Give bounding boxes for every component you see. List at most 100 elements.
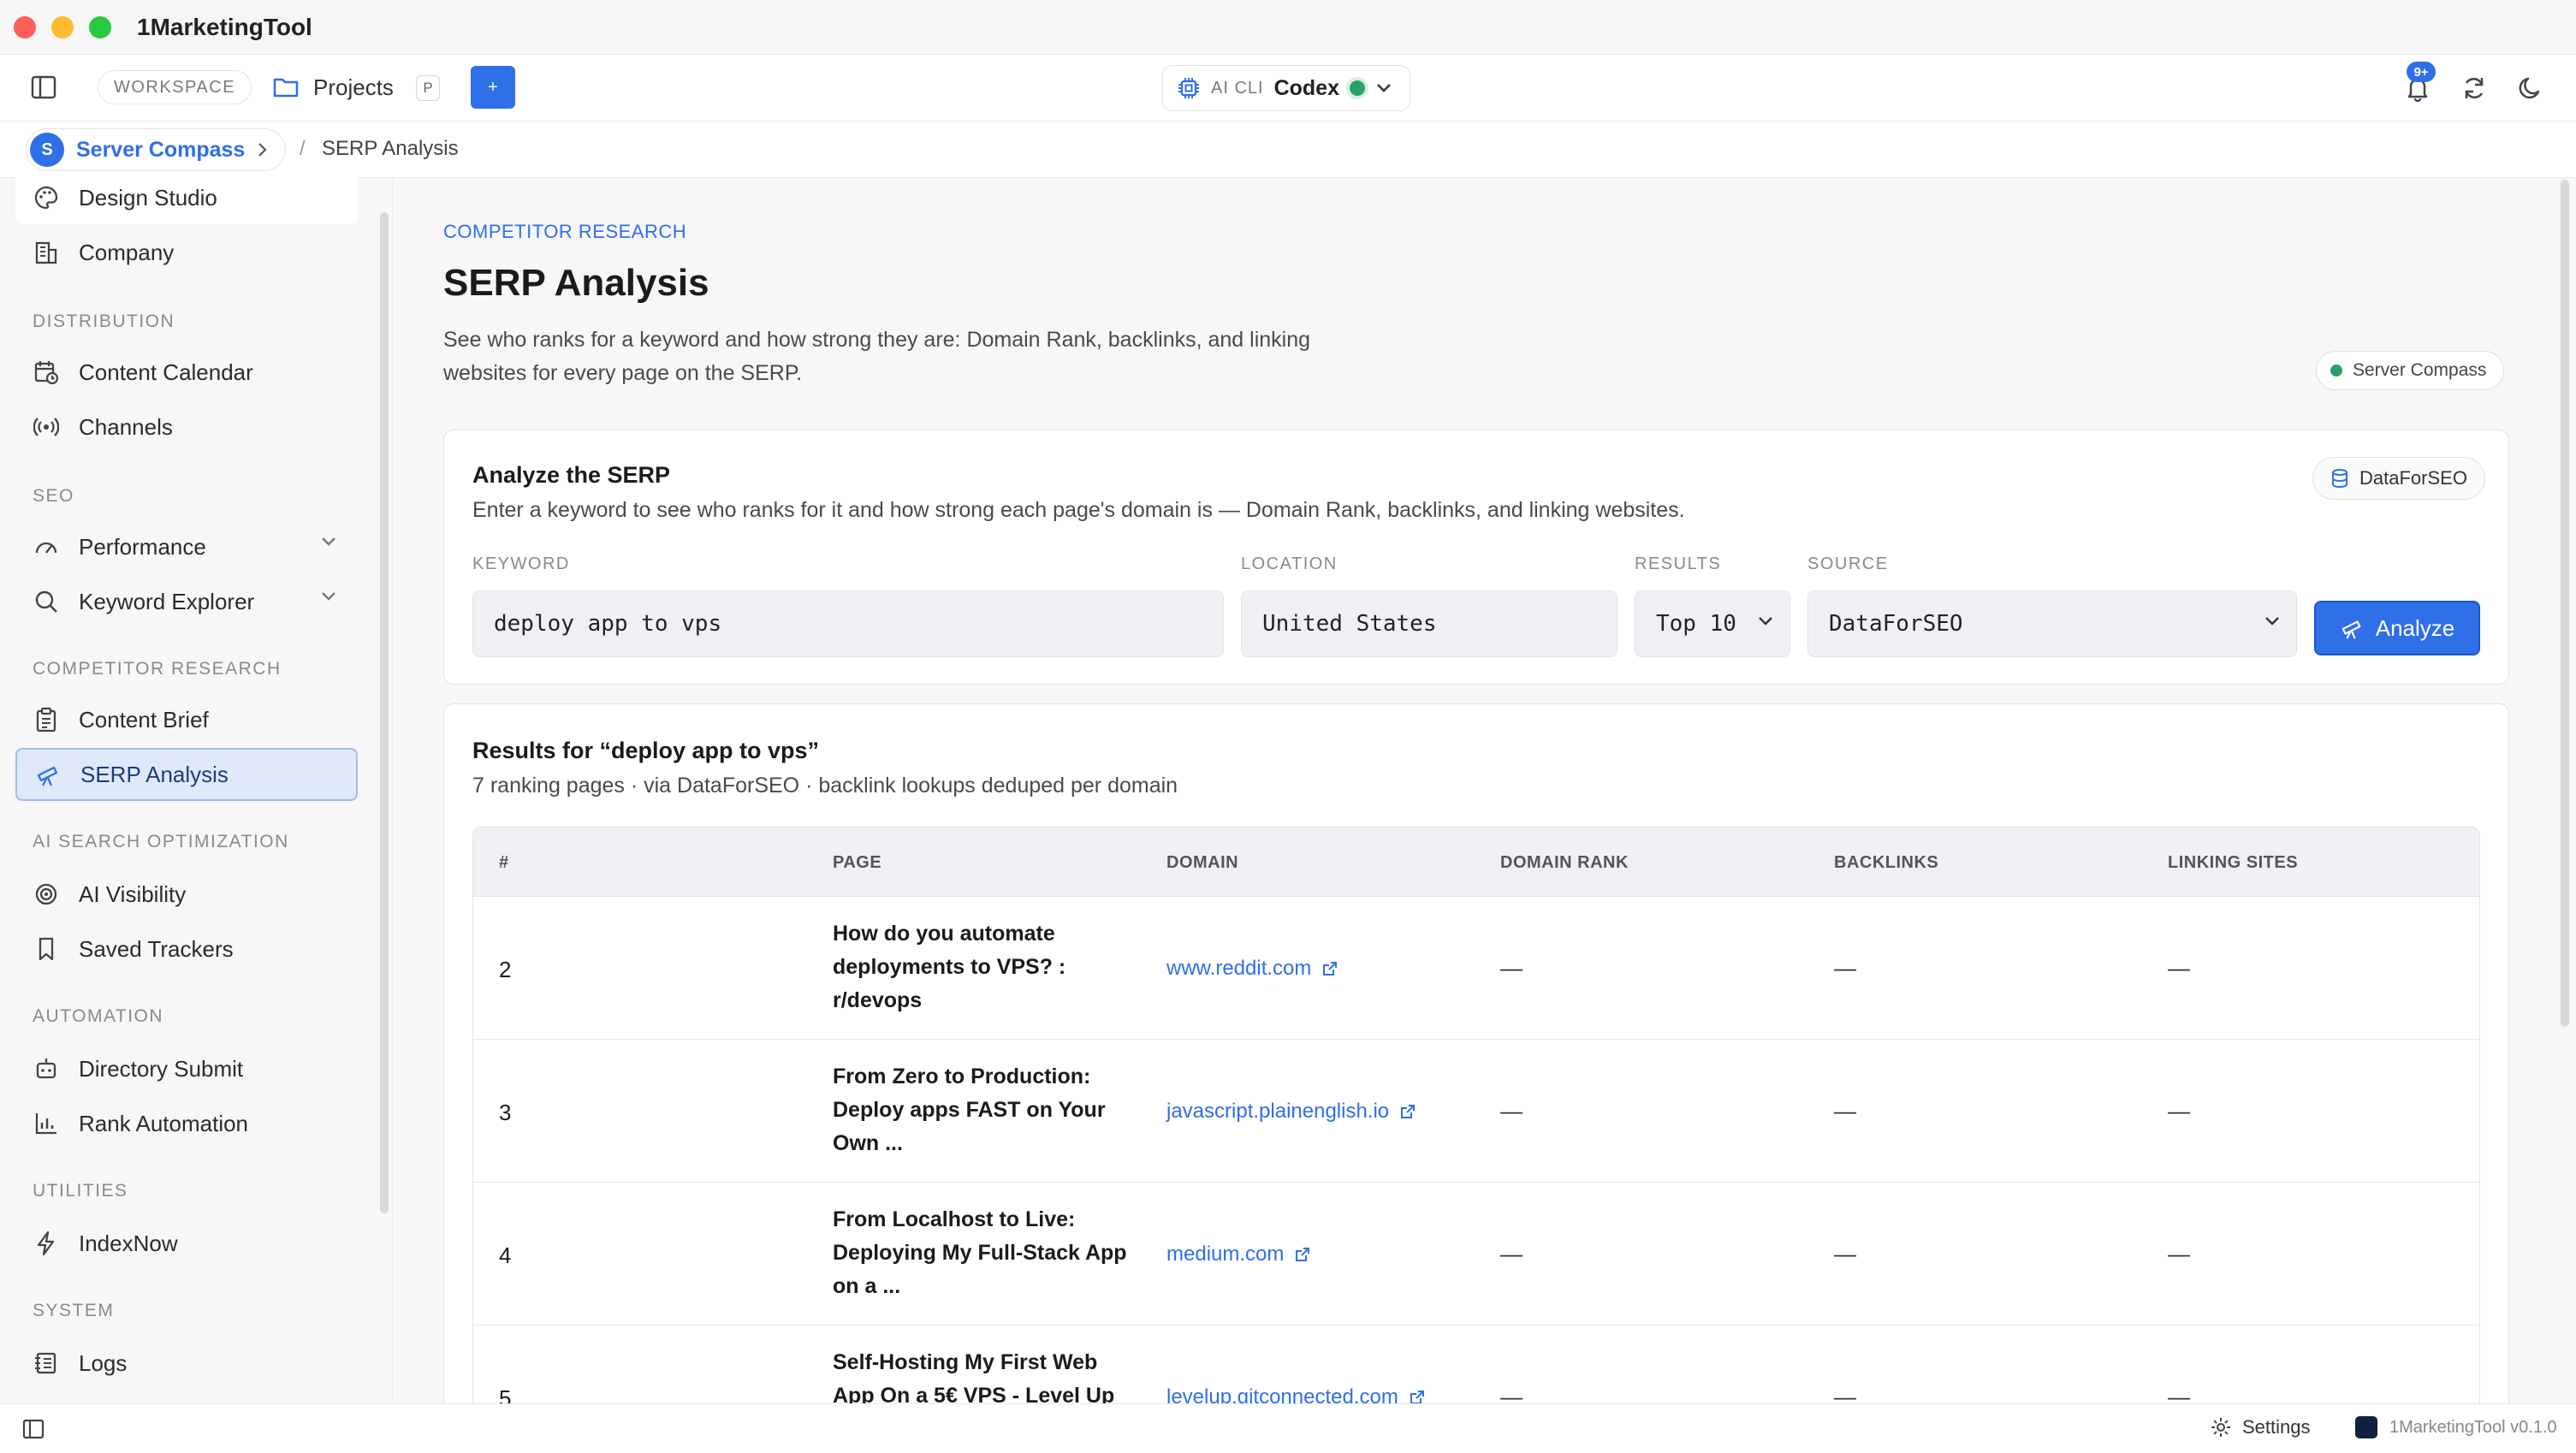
building-icon (33, 239, 60, 266)
sidebar-item-logs[interactable]: Logs (15, 1337, 358, 1390)
row-page-title[interactable]: From Zero to Production: Deploy apps FAS… (833, 1060, 1141, 1160)
sidebar-item-keyword-explorer[interactable]: Keyword Explorer (15, 575, 358, 628)
sidebar-item-indexnow[interactable]: IndexNow (15, 1217, 358, 1270)
zoom-window-button[interactable] (89, 15, 111, 39)
results-label: RESULTS (1635, 555, 1722, 573)
keyword-input[interactable]: deploy app to vps (472, 590, 1224, 657)
column-header-backlinks[interactable]: BACKLINKS (1834, 853, 1938, 873)
source-badge: DataForSEO (2312, 457, 2485, 500)
breadcrumb-project: Server Compass (76, 137, 246, 162)
row-domain-rank: — (1500, 955, 1522, 981)
sidebar-item-ai-visibility[interactable]: AI Visibility (15, 868, 358, 921)
sidebar-item-design-studio[interactable]: Design Studio (15, 171, 358, 224)
row-rank: 2 (499, 957, 512, 982)
source-badge-label: DataForSEO (2359, 467, 2467, 489)
sidebar-scrollbar[interactable] (380, 212, 389, 1213)
sidebar-item-directory-submit[interactable]: Directory Submit (15, 1042, 358, 1095)
workspace-pill[interactable]: WORKSPACE (98, 70, 252, 104)
bot-icon (33, 1055, 60, 1082)
row-domain-link[interactable]: medium.com (1166, 1242, 1311, 1266)
analyze-title: Analyze the SERP (472, 462, 671, 488)
main-scrollbar[interactable] (2561, 180, 2569, 1027)
sidebar-item-content-calendar[interactable]: Content Calendar (15, 346, 358, 399)
row-backlinks: — (1834, 1241, 1856, 1266)
page-description: See who ranks for a keyword and how stro… (443, 328, 1311, 385)
minimize-window-button[interactable] (51, 15, 74, 39)
ai-cli-label: AI CLI (1211, 78, 1264, 98)
source-label: SOURCE (1807, 555, 1889, 573)
telescope-icon (34, 761, 62, 788)
source-select-value: DataForSEO (1829, 611, 1963, 637)
sidebar-item-label: Company (79, 239, 175, 265)
row-page-title[interactable]: How do you automate deployments to VPS? … (833, 917, 1141, 1017)
page-title: SERP Analysis (443, 262, 709, 304)
column-header-domain-rank[interactable]: DOMAIN RANK (1500, 853, 1629, 873)
sidebar-item-label: Keyword Explorer (79, 588, 255, 614)
column-header-linking-sites[interactable]: LINKING SITES (2168, 853, 2298, 873)
ai-cli-selector[interactable]: AI CLI Codex (1162, 65, 1410, 111)
sidebar-item-label: SERP Analysis (80, 761, 229, 787)
breadcrumb-separator: / (300, 137, 306, 160)
results-select-value: Top 10 (1656, 611, 1736, 637)
external-link-icon (1323, 962, 1338, 976)
sidebar-item-content-brief[interactable]: Content Brief (15, 693, 358, 746)
results-select[interactable]: Top 10 (1635, 590, 1790, 657)
row-domain: www.reddit.com (1166, 957, 1312, 980)
sidebar-item-saved-trackers[interactable]: Saved Trackers (15, 922, 358, 976)
row-domain-link[interactable]: www.reddit.com (1166, 957, 1338, 981)
app-title: 1MarketingTool (137, 13, 312, 40)
row-domain-link[interactable]: javascript.plainenglish.io (1166, 1100, 1416, 1124)
row-page-title[interactable]: From Localhost to Live: Deploying My Ful… (833, 1203, 1141, 1303)
table-row[interactable]: 4 From Localhost to Live: Deploying My F… (472, 1183, 2480, 1325)
sidebar-item-company[interactable]: Company (15, 226, 358, 279)
chevron-down-icon (1759, 617, 1772, 626)
settings-label: Settings (2242, 1416, 2311, 1438)
results-summary: 7 ranking pages · via DataForSEO · backl… (472, 774, 1178, 798)
table-row[interactable]: 3 From Zero to Production: Deploy apps F… (472, 1040, 2480, 1183)
external-link-icon (1296, 1248, 1310, 1261)
analyze-button[interactable]: Analyze (2314, 601, 2480, 655)
bookmark-icon (33, 935, 60, 963)
chevron-down-icon (322, 537, 335, 546)
table-row[interactable]: 2 How do you automate deployments to VPS… (472, 897, 2480, 1040)
add-project-button[interactable]: + (471, 66, 515, 109)
location-input[interactable]: United States (1241, 590, 1617, 657)
refresh-button[interactable] (2460, 74, 2489, 103)
toggle-sidebar-button[interactable] (31, 75, 56, 99)
cli-status-dot (1349, 80, 1365, 96)
status-dot (2330, 365, 2342, 377)
projects-shortcut-key: P (416, 75, 440, 101)
app-version: 1MarketingTool v0.1.0 (2355, 1416, 2557, 1438)
bar-chart-icon (33, 1110, 60, 1137)
projects-label: Projects (313, 74, 394, 100)
projects-button[interactable]: Projects (272, 70, 394, 104)
notifications-badge: 9+ (2407, 62, 2436, 82)
top-toolbar: WORKSPACE Projects P + AI CLI Codex 9+ (0, 55, 2576, 122)
project-switcher[interactable]: S Server Compass (26, 128, 286, 171)
sidebar-item-performance[interactable]: Performance (15, 520, 358, 573)
telescope-icon (2342, 620, 2361, 639)
row-rank: 3 (499, 1100, 512, 1125)
sidebar-item-label: Channels (79, 413, 173, 440)
column-header-page[interactable]: PAGE (833, 853, 881, 873)
sidebar-section-distribution: DISTRIBUTION (33, 311, 175, 331)
moon-icon (2519, 77, 2540, 99)
window-controls (14, 15, 111, 39)
results-table-header: # PAGE DOMAIN DOMAIN RANK BACKLINKS LINK… (472, 827, 2480, 897)
sidebar-item-serp-analysis[interactable]: SERP Analysis (15, 748, 358, 801)
project-status-badge: Server Compass (2316, 351, 2505, 390)
sidebar-item-channels[interactable]: Channels (15, 400, 358, 454)
gauge-icon (33, 533, 60, 560)
breadcrumb: S Server Compass / SERP Analysis (0, 122, 2576, 178)
row-linking-sites: — (2168, 955, 2190, 981)
close-window-button[interactable] (14, 15, 36, 39)
column-header-domain[interactable]: DOMAIN (1166, 853, 1238, 873)
panel-toggle-icon[interactable] (22, 1419, 45, 1439)
column-header-rank[interactable]: # (499, 853, 509, 873)
theme-toggle-button[interactable] (2516, 74, 2545, 103)
settings-button[interactable]: Settings (2210, 1416, 2311, 1438)
row-linking-sites: — (2168, 1098, 2190, 1124)
sidebar-item-label: IndexNow (79, 1230, 178, 1256)
source-select[interactable]: DataForSEO (1807, 590, 2297, 657)
sidebar-item-rank-automation[interactable]: Rank Automation (15, 1097, 358, 1150)
